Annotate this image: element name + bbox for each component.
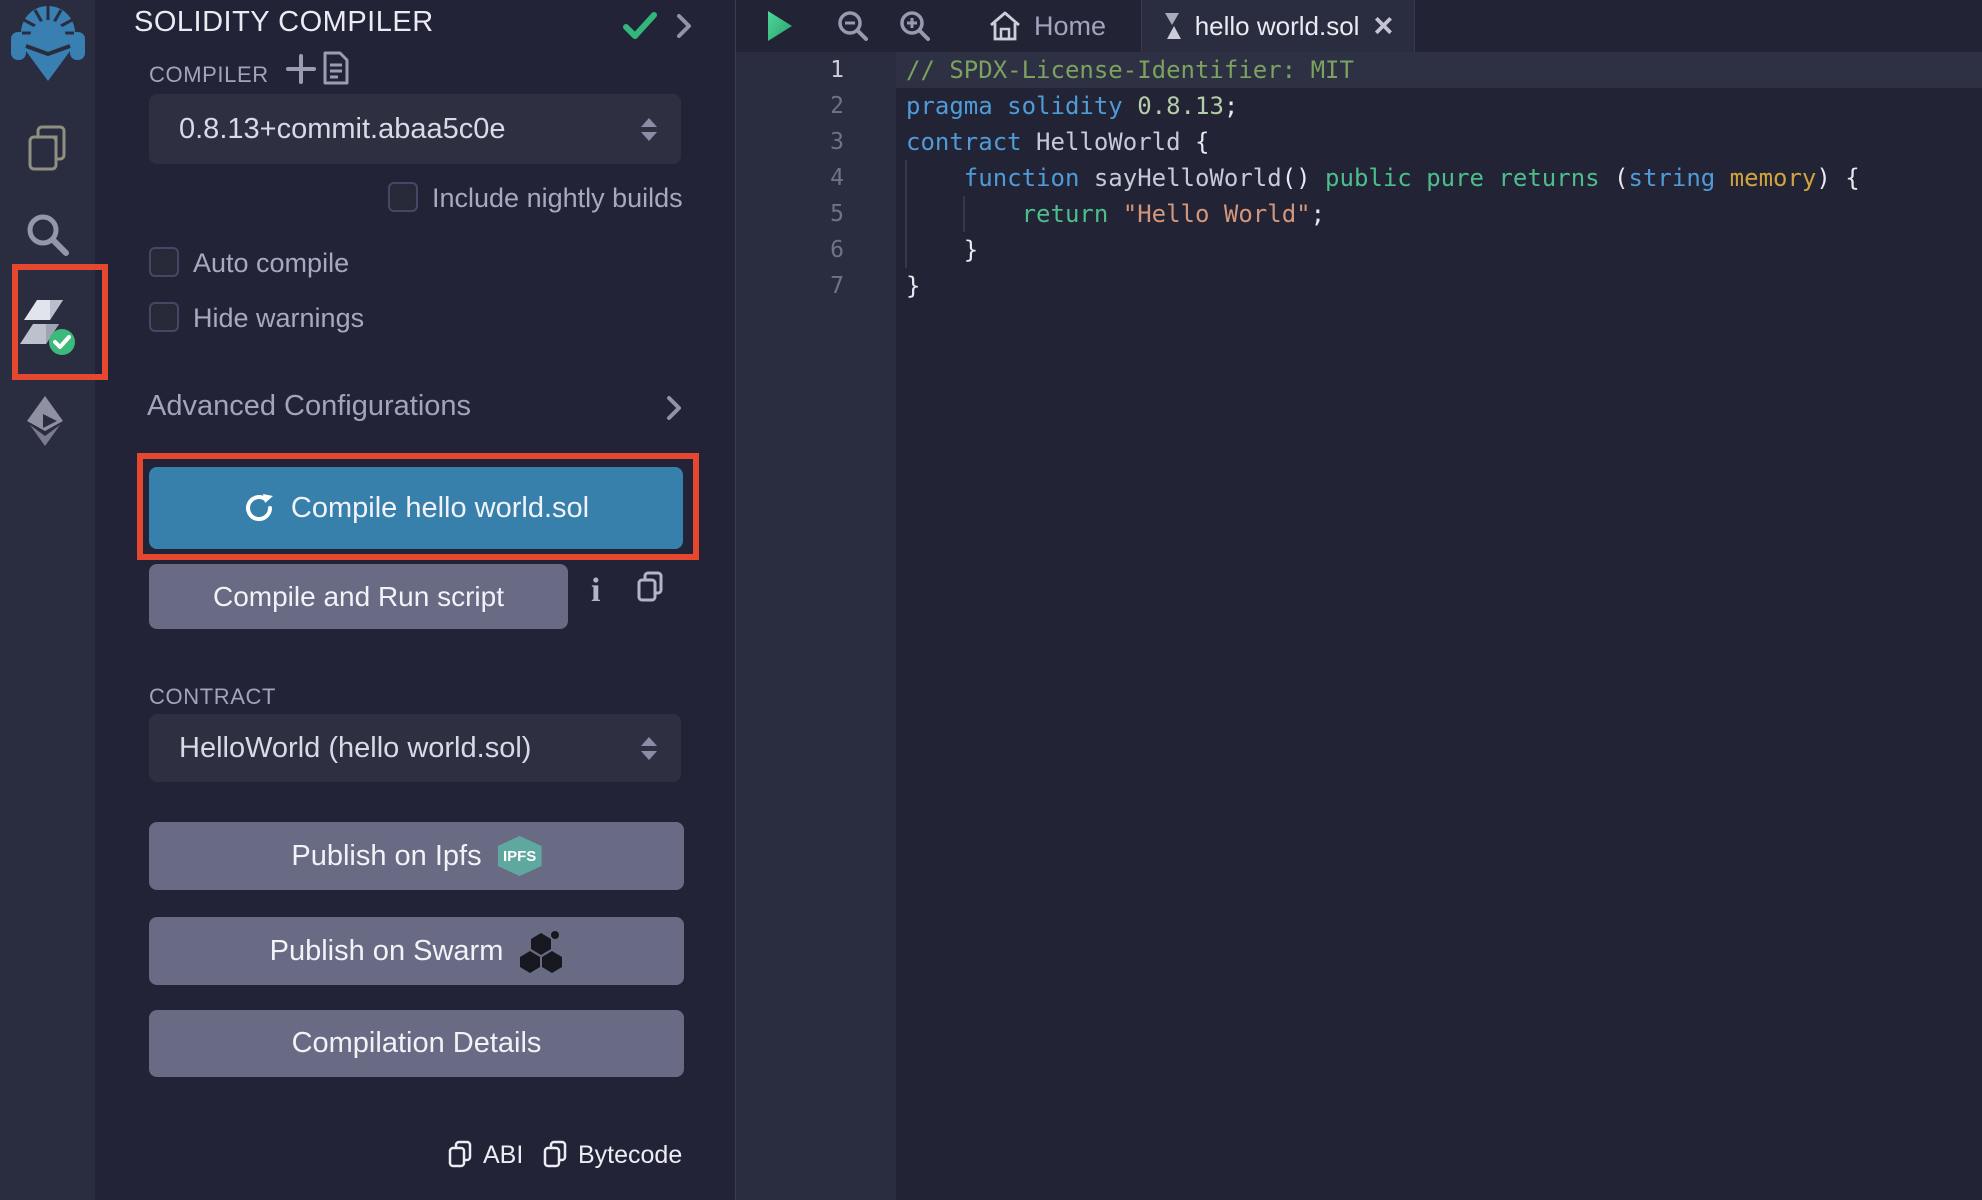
copy-abi[interactable]: ABI (447, 1140, 523, 1170)
auto-compile-label: Auto compile (193, 248, 349, 279)
copy-icon (447, 1140, 473, 1170)
hide-warnings-checkbox[interactable] (149, 302, 179, 332)
code-line[interactable]: return "Hello World"; (896, 196, 1982, 232)
compile-success-check-icon (623, 12, 657, 40)
code-line[interactable]: contract HelloWorld { (896, 124, 1982, 160)
tab-hello-world-label: hello world.sol (1195, 11, 1360, 42)
advanced-configurations[interactable]: Advanced Configurations (147, 390, 471, 423)
code-line[interactable]: } (896, 232, 1982, 268)
home-icon (988, 10, 1022, 42)
select-arrows-icon (641, 737, 657, 760)
editor-tabbar: Home hello world.sol × (736, 0, 1982, 52)
contract-select[interactable]: HelloWorld (hello world.sol) (149, 714, 681, 782)
contract-select-value: HelloWorld (hello world.sol) (179, 732, 641, 765)
solidity-compiler-panel: SOLIDITY COMPILER COMPILER 0.8.13+commit… (95, 0, 735, 1200)
contract-section-label: CONTRACT (149, 684, 276, 710)
zoom-in-icon[interactable] (895, 0, 935, 52)
select-arrows-icon (641, 118, 657, 141)
compilation-details-button[interactable]: Compilation Details (149, 1010, 684, 1077)
editor-area: Home hello world.sol × 1234567 // SPDX-L… (735, 0, 1982, 1200)
publish-swarm-label: Publish on Swarm (270, 935, 504, 968)
compilation-details-label: Compilation Details (292, 1027, 542, 1060)
tab-home-label: Home (1034, 11, 1106, 42)
code-lines[interactable]: // SPDX-License-Identifier: MITpragma so… (896, 52, 1982, 1200)
compile-button-label: Compile hello world.sol (291, 492, 589, 525)
run-script-icon[interactable] (760, 0, 800, 52)
file-explorer-icon[interactable] (0, 124, 95, 174)
solidity-compiler-icon[interactable] (0, 296, 95, 358)
ipfs-icon: IPFS (498, 836, 542, 876)
line-number: 1 (736, 52, 896, 88)
compiler-config-file-icon[interactable] (322, 50, 350, 86)
bytecode-label: Bytecode (578, 1141, 682, 1170)
compile-button[interactable]: Compile hello world.sol (149, 467, 683, 549)
icon-sidebar (0, 0, 95, 1200)
close-tab-icon[interactable]: × (1373, 9, 1393, 43)
abi-label: ABI (483, 1141, 523, 1170)
code-line[interactable]: pragma solidity 0.8.13; (896, 88, 1982, 124)
publish-ipfs-button[interactable]: Publish on Ipfs IPFS (149, 822, 684, 890)
publish-ipfs-label: Publish on Ipfs (291, 840, 481, 873)
hide-warnings-label: Hide warnings (193, 303, 364, 334)
panel-title: SOLIDITY COMPILER (134, 6, 434, 39)
zoom-out-icon[interactable] (833, 0, 873, 52)
tab-hello-world-sol[interactable]: hello world.sol × (1141, 0, 1415, 52)
line-number: 5 (736, 196, 896, 232)
code-line[interactable]: } (896, 268, 1982, 304)
compile-and-run-label: Compile and Run script (213, 581, 504, 613)
compile-and-run-button[interactable]: Compile and Run script (149, 564, 568, 629)
info-icon[interactable]: i (591, 572, 600, 610)
add-compiler-icon[interactable] (284, 52, 318, 86)
include-nightly-label: Include nightly builds (432, 183, 683, 214)
refresh-icon (243, 492, 275, 524)
compiler-version-select[interactable]: 0.8.13+commit.abaa5c0e (149, 94, 681, 164)
search-icon[interactable] (0, 210, 95, 260)
swarm-icon (519, 929, 563, 973)
copy-bytecode[interactable]: Bytecode (542, 1140, 682, 1170)
code-line[interactable]: function sayHelloWorld() public pure ret… (896, 160, 1982, 196)
include-nightly-checkbox[interactable] (388, 182, 418, 212)
code-line[interactable]: // SPDX-License-Identifier: MIT (896, 52, 1982, 88)
indent-guide (963, 196, 965, 232)
remix-logo (0, 2, 95, 82)
publish-swarm-button[interactable]: Publish on Swarm (149, 917, 684, 985)
line-number: 7 (736, 268, 896, 304)
copy-script-icon[interactable] (635, 570, 665, 604)
gutter: 1234567 (736, 52, 896, 1200)
line-number: 4 (736, 160, 896, 196)
panel-chevron-icon[interactable] (676, 13, 692, 39)
indent-guide (905, 160, 907, 268)
line-number: 2 (736, 88, 896, 124)
advanced-chevron-icon[interactable] (666, 395, 682, 421)
line-number: 6 (736, 232, 896, 268)
compiler-version-value: 0.8.13+commit.abaa5c0e (179, 113, 641, 146)
copy-icon (542, 1140, 568, 1170)
deploy-and-run-icon[interactable] (0, 394, 95, 448)
auto-compile-checkbox[interactable] (149, 247, 179, 277)
compiler-section-label: COMPILER (149, 62, 269, 88)
tab-home[interactable]: Home (953, 0, 1141, 52)
line-number: 3 (736, 124, 896, 160)
solidity-icon (1163, 12, 1183, 40)
